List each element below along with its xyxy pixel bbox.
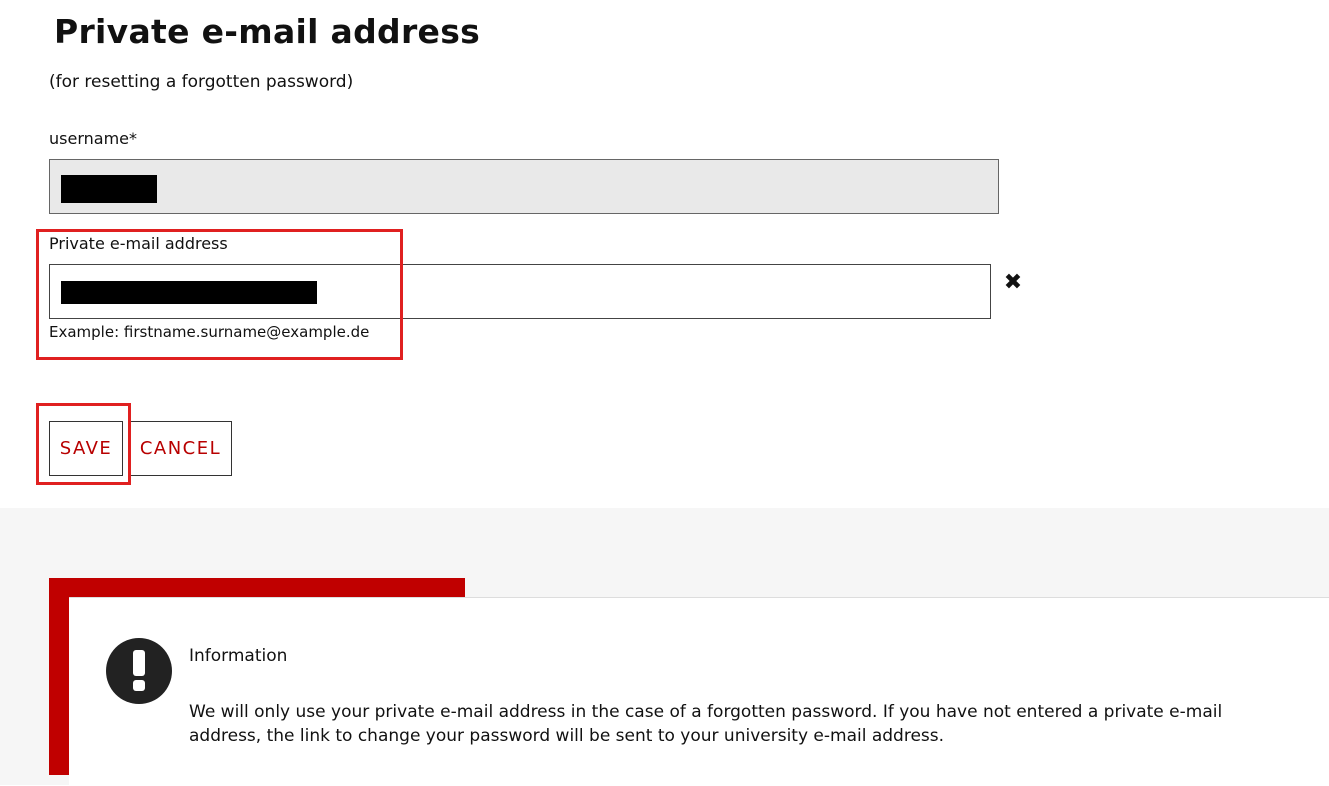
cancel-button[interactable]: CANCEL bbox=[129, 421, 232, 476]
redacted-username bbox=[61, 175, 157, 203]
info-title: Information bbox=[189, 646, 288, 666]
info-card bbox=[69, 597, 1329, 786]
exclamation-icon bbox=[106, 638, 172, 704]
save-button[interactable]: SAVE bbox=[49, 421, 123, 476]
email-label: Private e-mail address bbox=[49, 234, 228, 253]
email-hint: Example: firstname.surname@example.de bbox=[49, 323, 370, 341]
clear-icon[interactable]: ✖ bbox=[1001, 271, 1025, 295]
exclamation-glyph bbox=[133, 650, 145, 691]
page-title: Private e-mail address bbox=[54, 12, 481, 51]
info-text: We will only use your private e-mail add… bbox=[189, 702, 1223, 746]
page-subtitle: (for resetting a forgotten password) bbox=[49, 72, 354, 92]
username-label: username* bbox=[49, 129, 137, 148]
redacted-email bbox=[61, 281, 317, 304]
username-field[interactable] bbox=[49, 159, 999, 214]
